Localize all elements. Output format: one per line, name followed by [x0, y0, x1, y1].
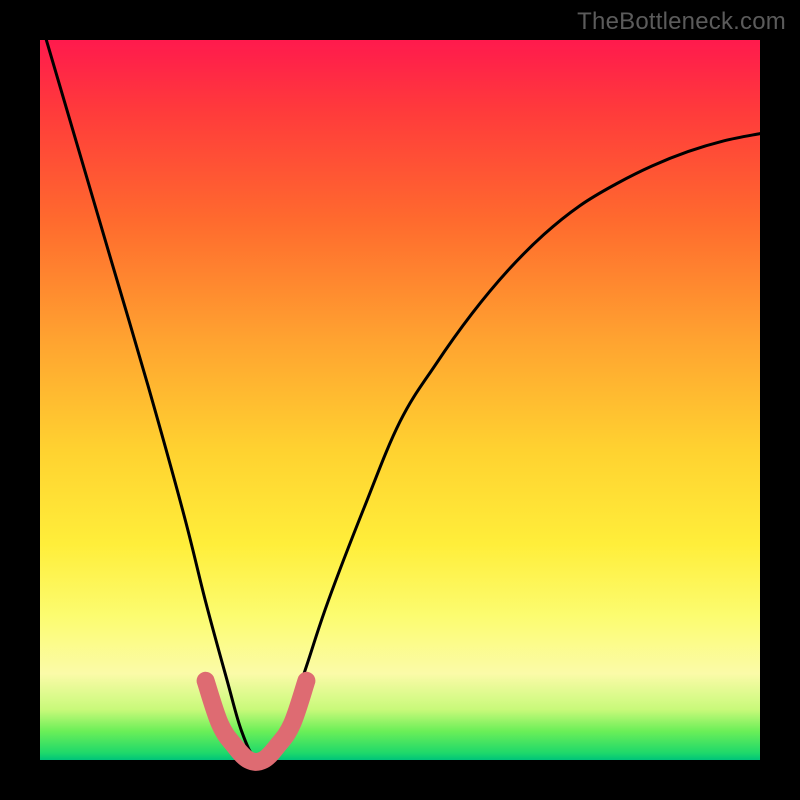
attribution-label: TheBottleneck.com [577, 8, 786, 36]
chart-frame: TheBottleneck.com [0, 0, 800, 800]
bottleneck-curve [40, 18, 760, 763]
highlight-band [206, 681, 307, 762]
curve-svg [40, 40, 760, 760]
plot-area [40, 40, 760, 760]
